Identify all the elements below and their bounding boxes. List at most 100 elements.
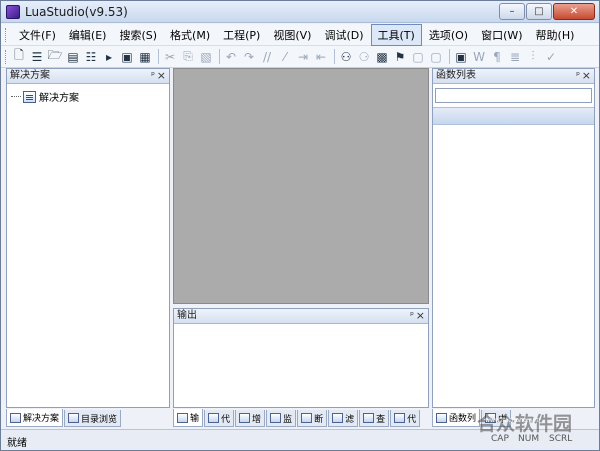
menu-file[interactable]: 文件(F) — [13, 25, 62, 45]
menu-bar: 文件(F) 编辑(E) 搜索(S) 格式(M) 工程(P) 视图(V) 调试(D… — [1, 23, 599, 46]
tab-add[interactable]: 增 — [235, 410, 266, 427]
open-folder-icon[interactable]: 🗁 — [47, 48, 63, 65]
function-list-toolbar — [433, 107, 594, 125]
paste-icon[interactable]: ▧ — [198, 49, 214, 65]
app-icon[interactable] — [6, 5, 20, 19]
redo-icon[interactable]: ↷ — [241, 49, 257, 65]
prev-bookmark-icon[interactable]: ▢ — [410, 49, 426, 65]
uncomment-icon[interactable]: ⁄ — [277, 49, 293, 65]
solution-panel-header: 解决方案 ᵖ × — [7, 69, 169, 84]
menu-debug[interactable]: 调试(D) — [318, 25, 369, 45]
tab-filter[interactable]: 滤 — [328, 410, 359, 427]
code-icon — [208, 413, 220, 423]
tab-find[interactable]: 查 — [359, 410, 390, 427]
tab-function-list[interactable]: 函数列 — [432, 409, 481, 427]
tab-code-2[interactable]: 代 — [390, 410, 421, 427]
function-list-header: 函数列表 ᵖ × — [433, 69, 594, 84]
tab-label: 输 — [190, 414, 200, 424]
compare-icon[interactable]: ⫶ — [525, 49, 541, 65]
caption-buttons: – □ ✕ — [498, 3, 595, 20]
pin-icon[interactable]: ᵖ — [576, 69, 580, 83]
close-button[interactable]: ✕ — [553, 3, 595, 20]
tree-connector — [11, 96, 21, 97]
tab-label: 函数列 — [449, 414, 477, 424]
tab-breakpoint[interactable]: 断 — [297, 410, 328, 427]
find-icon[interactable]: ⚇ — [338, 49, 354, 65]
toolbar-separator — [449, 49, 450, 64]
output-panel: 输出 ᵖ × — [173, 308, 429, 408]
solution-icon — [23, 90, 36, 103]
toolbar-separator — [158, 49, 159, 64]
tab-directory-browse[interactable]: 目录浏览 — [64, 410, 122, 427]
minimize-button[interactable]: – — [499, 3, 525, 20]
new-project-icon[interactable]: ☰ — [29, 49, 45, 65]
watermark-url: www.hezhong.net — [485, 417, 539, 424]
tab-label: 断 — [314, 414, 324, 425]
menu-search[interactable]: 搜索(S) — [113, 25, 163, 45]
close-icon[interactable]: × — [157, 69, 166, 83]
breakpoint-icon — [301, 413, 313, 423]
menu-help[interactable]: 帮助(H) — [530, 25, 581, 45]
tab-output[interactable]: 输 — [173, 409, 204, 427]
menu-format[interactable]: 格式(M) — [164, 25, 216, 45]
toolbar-separator — [334, 49, 335, 64]
main-window: LuaStudio(v9.53) – □ ✕ 文件(F) 编辑(E) 搜索(S)… — [0, 0, 600, 451]
status-text: 就绪 — [7, 438, 27, 449]
folder-icon — [68, 413, 80, 423]
menu-view[interactable]: 视图(V) — [267, 25, 317, 45]
add-icon — [239, 413, 251, 423]
open-icon[interactable]: ▤ — [65, 49, 81, 65]
toolbar-grip[interactable] — [5, 50, 8, 64]
save-icon[interactable]: ▣ — [119, 49, 135, 65]
pin-icon[interactable]: ᵖ — [151, 69, 155, 83]
left-tab-row: 解决方案 目录浏览 — [6, 409, 170, 427]
filter-icon — [332, 413, 344, 423]
tab-label: 查 — [376, 414, 386, 425]
solution-tree-root[interactable]: 解决方案 — [11, 89, 79, 104]
view-icon[interactable]: ▣ — [453, 49, 469, 65]
tab-label: 目录浏览 — [81, 414, 118, 425]
tab-label: 增 — [252, 414, 262, 425]
outdent-icon[interactable]: ⇤ — [313, 49, 329, 65]
find-next-icon[interactable]: ⚆ — [356, 49, 372, 65]
tab-label: 代 — [407, 414, 417, 425]
toolbar-separator — [219, 49, 220, 64]
function-list-panel: 函数列表 ᵖ × — [432, 68, 595, 408]
menu-edit[interactable]: 编辑(E) — [63, 25, 113, 45]
output-panel-header: 输出 ᵖ × — [174, 309, 428, 324]
build-icon[interactable]: ☷ — [83, 49, 99, 65]
word-wrap-icon[interactable]: W — [471, 49, 487, 65]
menu-window[interactable]: 窗口(W) — [475, 25, 528, 45]
pilcrow-icon[interactable]: ¶ — [489, 49, 505, 65]
close-icon[interactable]: × — [416, 309, 425, 323]
menu-project[interactable]: 工程(P) — [217, 25, 266, 45]
menu-tools[interactable]: 工具(T) — [370, 23, 422, 46]
undo-icon[interactable]: ↶ — [223, 49, 239, 65]
next-bookmark-icon[interactable]: ▢ — [428, 49, 444, 65]
maximize-button[interactable]: □ — [526, 3, 552, 20]
pin-icon[interactable]: ᵖ — [410, 309, 414, 323]
check-icon[interactable]: ✓ — [543, 49, 559, 65]
close-icon[interactable]: × — [582, 69, 591, 83]
cut-icon[interactable]: ✂ — [162, 49, 178, 65]
editor-area[interactable] — [173, 68, 429, 304]
tab-solution[interactable]: 解决方案 — [6, 409, 64, 427]
bookmark-icon[interactable]: ⚑ — [392, 49, 408, 65]
replace-icon[interactable]: ▩ — [374, 49, 390, 65]
tab-watch[interactable]: 监 — [266, 410, 297, 427]
format-icon[interactable]: ≣ — [507, 49, 523, 65]
comment-icon[interactable]: // — [259, 49, 275, 65]
watch-icon — [270, 413, 282, 423]
menu-grip[interactable] — [5, 28, 8, 42]
function-search-input[interactable] — [435, 88, 592, 103]
menu-options[interactable]: 选项(O) — [423, 25, 474, 45]
save-all-icon[interactable]: ▦ — [137, 49, 153, 65]
solution-panel: 解决方案 ᵖ × 解决方案 — [6, 68, 170, 408]
tab-label: 代 — [221, 414, 231, 425]
run-icon[interactable]: ▸ — [101, 49, 117, 65]
indent-icon[interactable]: ⇥ — [295, 49, 311, 65]
tab-code[interactable]: 代 — [204, 410, 235, 427]
copy-icon[interactable]: ⎘ — [180, 49, 196, 65]
new-file-icon[interactable]: 🗋 — [11, 48, 27, 65]
title-bar[interactable]: LuaStudio(v9.53) – □ ✕ — [1, 1, 599, 23]
